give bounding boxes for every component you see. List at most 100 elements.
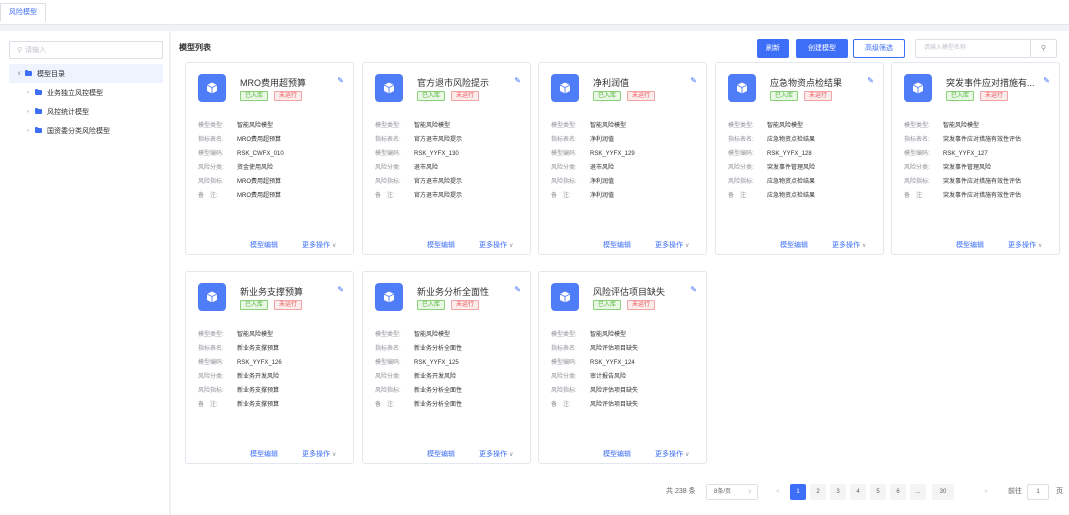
- model-edit-link[interactable]: 模型编辑: [603, 240, 631, 250]
- card-field-type: 模型类型: 智能风险模型: [904, 119, 1021, 133]
- card-fields: 模型类型: 智能风险模型 指标表名: 新业务支撑预算 模型编码: RSK_YYFX_126…: [198, 328, 282, 412]
- advanced-filter-button[interactable]: 高级筛选: [853, 39, 905, 58]
- search-icon[interactable]: ⚲: [1031, 39, 1057, 58]
- more-actions-dropdown[interactable]: 更多操作 ∨: [479, 449, 513, 459]
- card-field-category: 风险分类: 资金使用风险: [198, 161, 284, 175]
- field-label: 指标表名:: [375, 346, 401, 352]
- model-edit-link[interactable]: 模型编辑: [956, 240, 984, 250]
- field-value: 风险评估项目缺失: [590, 402, 639, 408]
- model-card[interactable]: 突发事件应对措施有... ✎ 已入库 未运行 模型类型: 智能风险模型 指标表名: 突发事件应…: [891, 62, 1060, 255]
- card-field-indicator: 风险指标: 新业务分析全面性: [375, 384, 462, 398]
- folder-icon: [25, 70, 32, 76]
- sidebar-search-input[interactable]: ⚲ 请输入: [9, 41, 163, 59]
- field-value: 智能风险模型: [590, 332, 627, 338]
- more-actions-label: 更多操作: [655, 242, 683, 249]
- tree-node-label: 业务独立风控模型: [47, 89, 103, 97]
- card-field-remark: 备 注: 净利润值: [551, 189, 635, 203]
- status-badge-stored: 已入库: [593, 300, 622, 310]
- goto-page-input[interactable]: 1: [1027, 484, 1049, 500]
- card-fields: 模型类型: 智能风险模型 指标表名: 应急物资点检结果 模型编码: RSK_YYFX_12…: [728, 119, 815, 203]
- field-label: 指标表名:: [904, 137, 930, 143]
- edit-pencil-icon[interactable]: ✎: [690, 285, 697, 294]
- card-field-category: 风险分类: 退市风险: [375, 161, 462, 175]
- page-number-button[interactable]: 5: [870, 484, 886, 500]
- edit-pencil-icon[interactable]: ✎: [514, 76, 521, 85]
- model-edit-link[interactable]: 模型编辑: [250, 240, 278, 250]
- card-field-table_name: 指标表名: 应急物资点检结果: [728, 133, 815, 147]
- model-edit-link[interactable]: 模型编辑: [250, 449, 278, 459]
- chevron-right-icon[interactable]: ›: [27, 109, 35, 115]
- model-edit-link[interactable]: 模型编辑: [427, 240, 455, 250]
- next-page-button[interactable]: >: [978, 484, 994, 500]
- page-number-button[interactable]: 3: [830, 484, 846, 500]
- chevron-right-icon[interactable]: ›: [27, 90, 35, 96]
- field-value: 突发事件应对措施有效性评估: [943, 179, 1022, 185]
- field-label: 备 注:: [728, 193, 748, 199]
- create-model-button[interactable]: 创建模型: [796, 39, 848, 58]
- model-card[interactable]: 新业务分析全面性 ✎ 已入库 未运行 模型类型: 智能风险模型 指标表名: 新业务分析全面性模…: [362, 271, 531, 464]
- field-value: 应急物资点检结果: [767, 137, 816, 143]
- page-number-button[interactable]: 1: [790, 484, 806, 500]
- tree-node-sasac[interactable]: › 国资委分类风险模型: [9, 121, 163, 140]
- card-title: 官方退市风险提示: [417, 78, 490, 88]
- card-field-type: 模型类型: 智能风险模型: [551, 119, 635, 133]
- page-size-value: 8条/页: [714, 489, 732, 495]
- field-label: 风险分类:: [551, 165, 577, 171]
- model-name-search-input[interactable]: 请输入模型名称: [915, 39, 1031, 58]
- model-edit-link[interactable]: 模型编辑: [780, 240, 808, 250]
- edit-pencil-icon[interactable]: ✎: [1043, 76, 1050, 85]
- model-edit-link[interactable]: 模型编辑: [427, 449, 455, 459]
- field-value: 突发事件管理风险: [943, 165, 992, 171]
- tree-node-root[interactable]: ∨ 模型目录: [9, 64, 163, 83]
- refresh-button[interactable]: 刷新: [757, 39, 789, 58]
- model-card[interactable]: 官方退市风险提示 ✎ 已入库 未运行 模型类型: 智能风险模型 指标表名: 官方退市风险提示模…: [362, 62, 531, 255]
- more-actions-dropdown[interactable]: 更多操作 ∨: [302, 449, 336, 459]
- card-field-code: 模型编码: RSK_YYFX_125: [375, 356, 462, 370]
- model-card[interactable]: 应急物资点检结果 ✎ 已入库 未运行 模型类型: 智能风险模型 指标表名: 应急物资点检结果模…: [715, 62, 884, 255]
- model-edit-link[interactable]: 模型编辑: [603, 449, 631, 459]
- more-actions-dropdown[interactable]: 更多操作 ∨: [832, 240, 866, 250]
- model-card[interactable]: 风险评估项目缺失 ✎ 已入库 未运行 模型类型: 智能风险模型 指标表名: 风险评估项目缺失模…: [538, 271, 707, 464]
- prev-page-button[interactable]: <: [770, 484, 786, 500]
- card-fields: 模型类型: 智能风险模型 指标表名: 净利润值 模型编码: RSK_YYFX_129 风险分…: [551, 119, 635, 203]
- edit-pencil-icon[interactable]: ✎: [514, 285, 521, 294]
- tree-node-statistics[interactable]: › 风控统计模型: [9, 102, 163, 121]
- tree-node-business[interactable]: › 业务独立风控模型: [9, 83, 163, 102]
- edit-pencil-icon[interactable]: ✎: [337, 76, 344, 85]
- card-title: 风险评估项目缺失: [593, 287, 666, 297]
- cube-icon: [375, 283, 403, 311]
- model-card[interactable]: 净利润值 ✎ 已入库 未运行 模型类型: 智能风险模型 指标表名: 净利润值 模型编码: RSK_…: [538, 62, 707, 255]
- tab-risk-model[interactable]: 风险模型: [0, 3, 46, 22]
- page-number-button[interactable]: 30: [932, 484, 954, 500]
- model-card[interactable]: 新业务支撑预算 ✎ 已入库 未运行 模型类型: 智能风险模型 指标表名: 新业务支撑预算 模型编…: [185, 271, 354, 464]
- card-fields: 模型类型: 智能风险模型 指标表名: 风险评估项目缺失 模型编码: RSK_YYFX_12…: [551, 328, 638, 412]
- page-number-button[interactable]: 4: [850, 484, 866, 500]
- more-actions-dropdown[interactable]: 更多操作 ∨: [655, 449, 689, 459]
- more-actions-dropdown[interactable]: 更多操作 ∨: [479, 240, 513, 250]
- field-label: 风险分类:: [198, 374, 224, 380]
- chevron-down-icon: ∨: [332, 243, 337, 249]
- page-ellipsis[interactable]: ...: [910, 484, 926, 500]
- more-actions-dropdown[interactable]: 更多操作 ∨: [302, 240, 336, 250]
- field-value: MRO费用超预算: [237, 193, 281, 199]
- page-number-button[interactable]: 6: [890, 484, 906, 500]
- field-value: 智能风险模型: [237, 123, 274, 129]
- more-actions-dropdown[interactable]: 更多操作 ∨: [1008, 240, 1042, 250]
- more-actions-dropdown[interactable]: 更多操作 ∨: [655, 240, 689, 250]
- field-label: 风险指标:: [198, 179, 224, 185]
- field-label: 风险分类:: [904, 165, 930, 171]
- model-card[interactable]: MRO费用超预算 ✎ 已入库 未运行 模型类型: 智能风险模型 指标表名: MRO费用超预算模…: [185, 62, 354, 255]
- page-size-select[interactable]: 8条/页 ∨: [706, 484, 758, 500]
- chevron-right-icon[interactable]: ›: [27, 128, 35, 134]
- field-label: 备 注:: [375, 402, 395, 408]
- edit-pencil-icon[interactable]: ✎: [690, 76, 697, 85]
- main-panel: 模型列表 刷新 创建模型 高级筛选 请输入模型名称 ⚲ MRO费用超预算 ✎ 已入库…: [171, 31, 1069, 515]
- edit-pencil-icon[interactable]: ✎: [337, 285, 344, 294]
- page-number-button[interactable]: 2: [810, 484, 826, 500]
- field-label: 风险分类:: [198, 165, 224, 171]
- card-field-table_name: 指标表名: MRO费用超预算: [198, 133, 284, 147]
- chevron-down-icon[interactable]: ∨: [17, 70, 25, 77]
- card-title: 突发事件应对措施有...: [946, 78, 1035, 88]
- field-value: 风险评估项目缺失: [590, 388, 639, 394]
- edit-pencil-icon[interactable]: ✎: [867, 76, 874, 85]
